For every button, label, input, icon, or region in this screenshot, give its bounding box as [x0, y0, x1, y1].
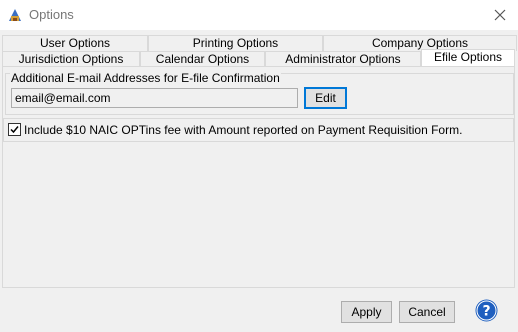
window-title: Options — [29, 7, 74, 22]
naic-fee-label: Include $10 NAIC OPTins fee with Amount … — [24, 123, 463, 137]
svg-text:?: ? — [482, 304, 490, 320]
tab-user-options[interactable]: User Options — [2, 35, 148, 51]
options-app-icon — [9, 9, 21, 21]
close-icon[interactable] — [488, 3, 512, 27]
tab-administrator-options[interactable]: Administrator Options — [265, 51, 421, 67]
naic-fee-checkbox[interactable] — [8, 123, 21, 136]
cancel-button[interactable]: Cancel — [399, 301, 455, 323]
tab-printing-options[interactable]: Printing Options — [148, 35, 323, 51]
title-bar: Options — [0, 0, 518, 30]
checkmark-icon — [10, 126, 19, 134]
tab-efile-options[interactable]: Efile Options — [421, 49, 515, 67]
apply-button[interactable]: Apply — [341, 301, 392, 323]
edit-button[interactable]: Edit — [304, 87, 347, 109]
email-field[interactable] — [11, 88, 298, 108]
tab-calendar-options[interactable]: Calendar Options — [140, 51, 265, 67]
tab-jurisdiction-options[interactable]: Jurisdiction Options — [2, 51, 140, 67]
help-icon[interactable]: ? — [475, 299, 498, 322]
email-group-label: Additional E-mail Addresses for E-file C… — [10, 71, 281, 85]
